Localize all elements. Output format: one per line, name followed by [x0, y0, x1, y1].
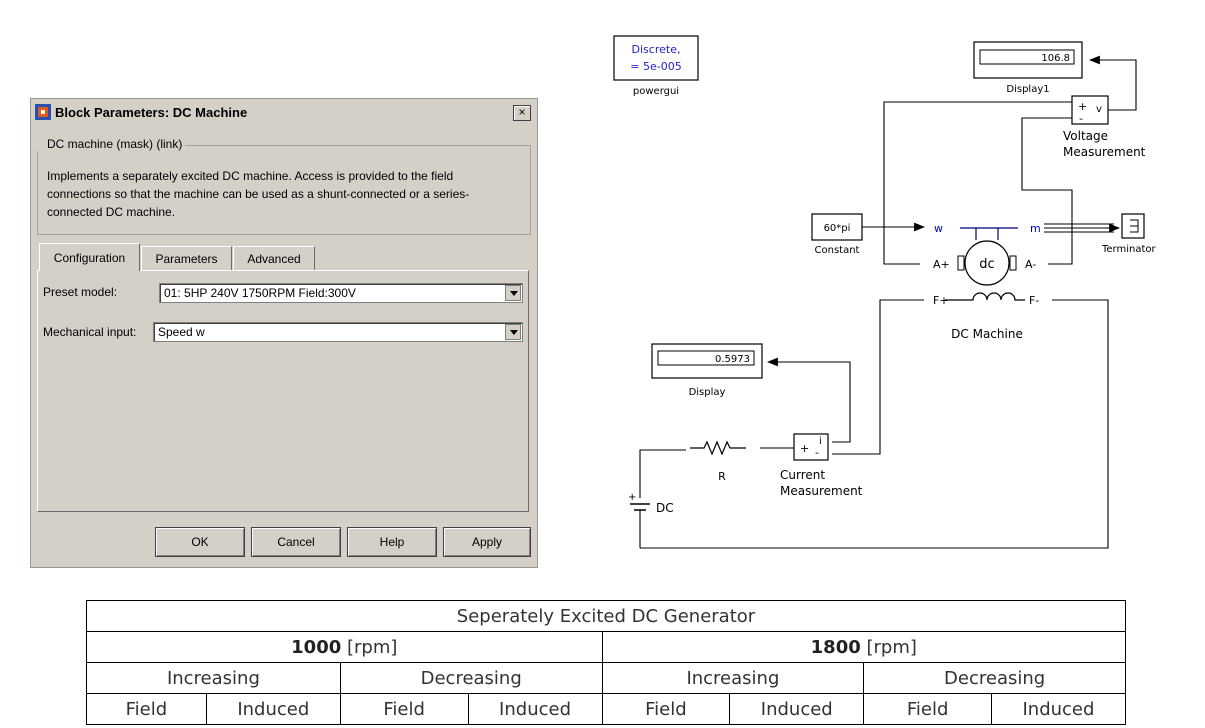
- vm-minus: -: [1079, 112, 1083, 125]
- terminator-block[interactable]: Terminator: [1101, 213, 1157, 255]
- current-measurement-block[interactable]: + - i Current Measurement: [780, 433, 863, 498]
- speed-header-1800: 1800 [rpm]: [601, 631, 1127, 663]
- voltage-measurement-block[interactable]: + - v Voltage Measurement: [1063, 95, 1146, 159]
- display1-value: 106.8: [1041, 53, 1070, 64]
- dc-core: dc: [979, 257, 994, 272]
- column-header: Field: [86, 693, 207, 725]
- direction-header: Increasing: [601, 662, 865, 694]
- cm-label2: Measurement: [780, 484, 863, 498]
- resistor-label: R: [718, 470, 726, 483]
- column-header: Induced: [990, 693, 1127, 725]
- powergui-line1: Discrete,: [632, 43, 681, 56]
- dc-a-plus: A+: [933, 258, 950, 271]
- display1-label: Display1: [1006, 84, 1049, 95]
- dc-machine-block[interactable]: dc w m A+ A- F+ F- DC Machine: [933, 222, 1041, 341]
- speed-header-1000: 1000 [rpm]: [86, 631, 603, 663]
- column-header: Field: [601, 693, 731, 725]
- table-title: Seperately Excited DC Generator: [86, 600, 1126, 632]
- vm-port: v: [1096, 104, 1102, 115]
- constant-block[interactable]: 60*pi Constant: [811, 213, 863, 256]
- speed-unit: [rpm]: [866, 636, 917, 658]
- column-header: Field: [863, 693, 992, 725]
- display1-block[interactable]: 106.8 Display1: [973, 41, 1083, 95]
- speed-value: 1000: [291, 636, 342, 658]
- powergui-line2: = 5e-005: [630, 60, 681, 73]
- dc-source-label: DC: [656, 501, 674, 515]
- column-header: Induced: [205, 693, 341, 725]
- cm-label1: Current: [780, 468, 825, 482]
- constant-value: 60*pi: [824, 223, 851, 234]
- simulink-diagram: Discrete, = 5e-005 powergui 106.8 Displa…: [613, 35, 1157, 549]
- direction-header: Increasing: [86, 662, 341, 694]
- dc-m-port: m: [1030, 222, 1041, 235]
- results-table: Seperately Excited DC Generator 1000 [rp…: [86, 600, 1127, 725]
- resistor-block[interactable]: R: [690, 440, 746, 483]
- connection-lines: [639, 55, 1137, 549]
- column-header: Field: [339, 693, 469, 725]
- column-header: Induced: [467, 693, 603, 725]
- display-label: Display: [689, 387, 726, 398]
- vm-label2: Measurement: [1063, 145, 1146, 159]
- dc-source-plus: +: [628, 492, 636, 503]
- powergui-label: powergui: [633, 86, 679, 97]
- speed-value: 1800: [810, 636, 861, 658]
- dc-w-port: w: [934, 222, 943, 235]
- speed-unit: [rpm]: [346, 636, 398, 658]
- constant-label: Constant: [815, 245, 860, 256]
- dc-f-minus: F-: [1029, 294, 1039, 307]
- column-header: Induced: [729, 693, 865, 725]
- dc-source-block[interactable]: + DC: [628, 492, 674, 515]
- cm-port: i: [819, 436, 822, 447]
- terminator-label: Terminator: [1101, 244, 1157, 255]
- display-block[interactable]: 0.5973 Display: [651, 343, 763, 398]
- display-value: 0.5973: [715, 354, 750, 365]
- cm-plus: +: [800, 442, 809, 455]
- direction-header: Decreasing: [863, 662, 1126, 694]
- tab-configuration[interactable]: Configuration: [39, 243, 140, 271]
- powergui-block[interactable]: Discrete, = 5e-005 powergui: [613, 35, 699, 97]
- cm-minus: -: [815, 446, 819, 459]
- dc-a-minus: A-: [1025, 258, 1036, 271]
- direction-header: Decreasing: [339, 662, 603, 694]
- vm-label1: Voltage: [1063, 129, 1108, 143]
- dc-machine-label: DC Machine: [951, 327, 1023, 341]
